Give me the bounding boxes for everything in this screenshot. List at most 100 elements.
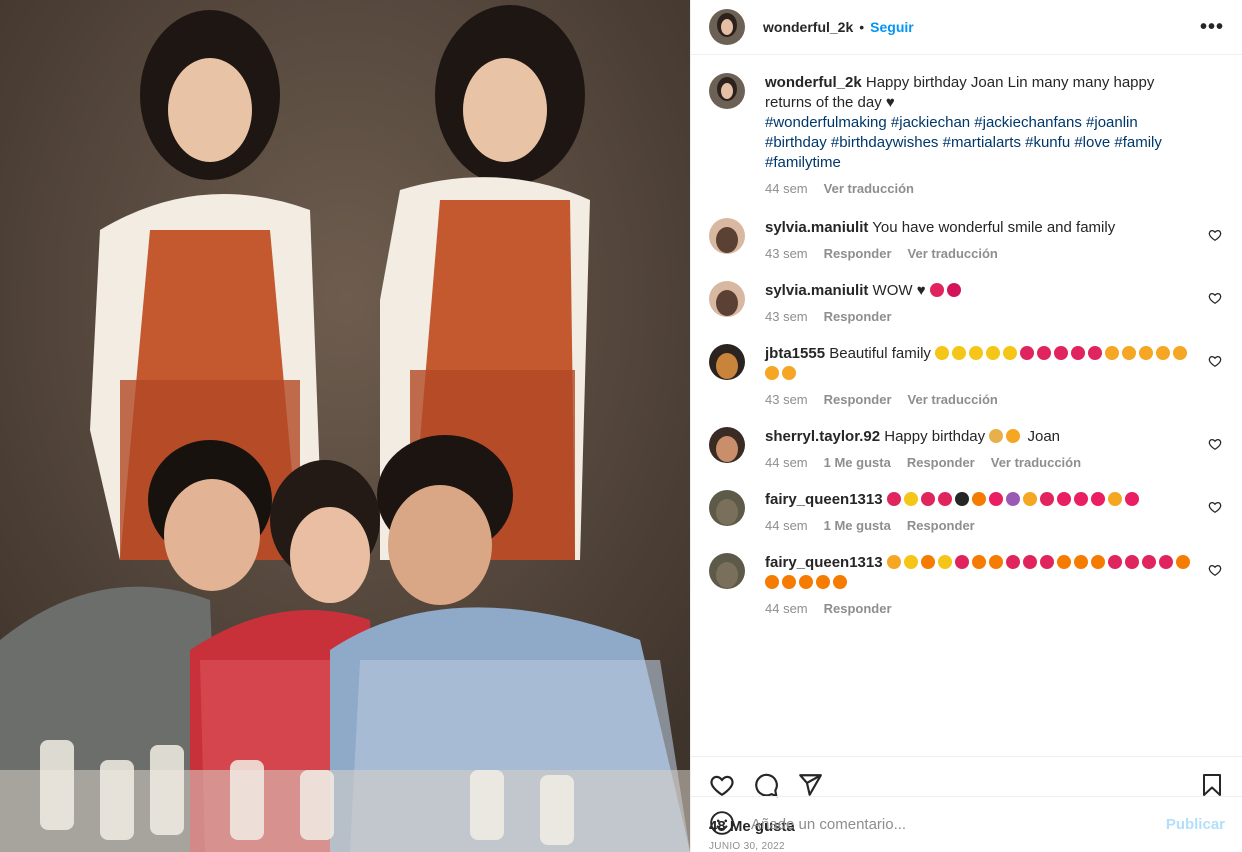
emoji-icon (952, 346, 967, 360)
avatar[interactable] (709, 9, 745, 45)
avatar-image (709, 9, 745, 45)
emoji-icon (1124, 492, 1139, 506)
reply-button[interactable]: Responder (907, 455, 975, 470)
caption-hashtags[interactable]: #wonderfulmaking #jackiechan #jackiechan… (765, 113, 1196, 173)
comment-message-tail: Joan (1027, 428, 1061, 445)
comment-item: fairy_queen1313 44 sem 1 Me gusta Responde… (709, 490, 1224, 533)
emoji-icon (971, 555, 986, 569)
translate-button[interactable]: Ver traducción (824, 181, 914, 196)
comment-emojis (929, 282, 964, 299)
comment-like-heart-icon[interactable] (1208, 228, 1222, 242)
comment-text: sherryl.taylor.92 Happy birthday Joan (765, 427, 1196, 447)
translate-button[interactable]: Ver traducción (908, 246, 998, 261)
publish-button[interactable]: Publicar (1166, 816, 1225, 833)
emoji-icon (1037, 346, 1052, 360)
caption-time: 44 sem (765, 181, 808, 196)
add-comment-bar: Publicar (691, 796, 1242, 852)
avatar[interactable] (709, 490, 745, 526)
comment-body: jbta1555 Beautiful family 43 sem Responde… (765, 344, 1224, 407)
comment-text: fairy_queen1313 (765, 490, 1196, 510)
avatar-image (709, 344, 745, 380)
caption-body: wonderful_2k Happy birthday Joan Lin man… (765, 73, 1224, 196)
emoji-icon (833, 575, 847, 589)
comment-meta: 43 sem Responder Ver traducción (765, 392, 1196, 407)
translate-button[interactable]: Ver traducción (908, 392, 998, 407)
emoji-icon (782, 575, 796, 589)
avatar[interactable] (709, 427, 745, 463)
comment-body: fairy_queen1313 44 sem Responder (765, 553, 1224, 616)
emoji-icon (1090, 555, 1105, 569)
emoji-icon (920, 555, 935, 569)
comment-text: fairy_queen1313 (765, 553, 1196, 593)
emoji-icon (1073, 492, 1088, 506)
comment-username[interactable]: jbta1555 (765, 345, 825, 362)
comment-like-heart-icon[interactable] (1208, 500, 1222, 514)
emoji-icon (929, 283, 944, 297)
comment-username[interactable]: sherryl.taylor.92 (765, 428, 880, 445)
avatar[interactable] (709, 73, 745, 109)
follow-button[interactable]: Seguir (870, 19, 914, 35)
family-photo-image (0, 0, 690, 852)
comments-list[interactable]: wonderful_2k Happy birthday Joan Lin man… (691, 55, 1242, 756)
comment-likes[interactable]: 1 Me gusta (824, 455, 891, 470)
emoji-icon (1073, 555, 1088, 569)
translate-button[interactable]: Ver traducción (991, 455, 1081, 470)
comment-emojis (886, 491, 1142, 508)
reply-button[interactable]: Responder (824, 392, 892, 407)
comment-like-heart-icon[interactable] (1208, 354, 1222, 368)
emoji-smiley-icon[interactable] (709, 810, 735, 839)
comment-username[interactable]: fairy_queen1313 (765, 491, 883, 508)
comment-username[interactable]: fairy_queen1313 (765, 554, 883, 571)
emoji-icon (969, 346, 984, 360)
comment-body: sherryl.taylor.92 Happy birthday Joan 44 … (765, 427, 1224, 470)
comment-input[interactable] (751, 816, 1166, 833)
post-photo[interactable] (0, 0, 690, 852)
emoji-icon (1124, 555, 1139, 569)
emoji-icon (937, 492, 952, 506)
emoji-icon (989, 429, 1004, 443)
comment-meta: 44 sem Responder (765, 601, 1196, 616)
emoji-icon (988, 492, 1003, 506)
emoji-icon (765, 366, 779, 380)
reply-button[interactable]: Responder (824, 309, 892, 324)
emoji-icon (1071, 346, 1086, 360)
comment-body: fairy_queen1313 44 sem 1 Me gusta Responde… (765, 490, 1224, 533)
more-options-icon[interactable]: ••• (1200, 17, 1224, 37)
emoji-icon (1039, 555, 1054, 569)
post-header: wonderful_2k • Seguir ••• (691, 0, 1242, 55)
reply-button[interactable]: Responder (907, 518, 975, 533)
emoji-icon (986, 346, 1001, 360)
emoji-icon (954, 555, 969, 569)
comment-item: jbta1555 Beautiful family 43 sem Responde… (709, 344, 1224, 407)
emoji-icon (1088, 346, 1103, 360)
caption-username[interactable]: wonderful_2k (765, 74, 862, 91)
comment-body: sylvia.maniulit You have wonderful smile… (765, 218, 1224, 261)
comment-like-heart-icon[interactable] (1208, 437, 1222, 451)
header-username[interactable]: wonderful_2k (763, 19, 853, 35)
comment-username[interactable]: sylvia.maniulit (765, 219, 868, 236)
avatar[interactable] (709, 218, 745, 254)
reply-button[interactable]: Responder (824, 601, 892, 616)
emoji-icon (954, 492, 969, 506)
comment-time: 44 sem (765, 455, 808, 470)
post-sidebar: wonderful_2k • Seguir ••• wonderful_2k H… (690, 0, 1242, 852)
comment-likes[interactable]: 1 Me gusta (824, 518, 891, 533)
comment-like-heart-icon[interactable] (1208, 291, 1222, 305)
emoji-icon (1006, 429, 1021, 443)
emoji-icon (1122, 346, 1137, 360)
caption-text: wonderful_2k Happy birthday Joan Lin man… (765, 73, 1196, 173)
comment-meta: 43 sem Responder Ver traducción (765, 246, 1196, 261)
comment-body: sylvia.maniulit WOW ♥ 43 sem Responder (765, 281, 1224, 324)
caption: wonderful_2k Happy birthday Joan Lin man… (709, 73, 1224, 196)
emoji-icon (886, 492, 901, 506)
comment-username[interactable]: sylvia.maniulit (765, 282, 868, 299)
avatar[interactable] (709, 281, 745, 317)
avatar[interactable] (709, 344, 745, 380)
comment-message: You have wonderful smile and family (872, 219, 1116, 236)
comment-like-heart-icon[interactable] (1208, 563, 1222, 577)
reply-button[interactable]: Responder (824, 246, 892, 261)
post-modal: wonderful_2k • Seguir ••• wonderful_2k H… (0, 0, 1242, 852)
emoji-icon (1107, 492, 1122, 506)
emoji-icon (765, 575, 779, 589)
avatar[interactable] (709, 553, 745, 589)
